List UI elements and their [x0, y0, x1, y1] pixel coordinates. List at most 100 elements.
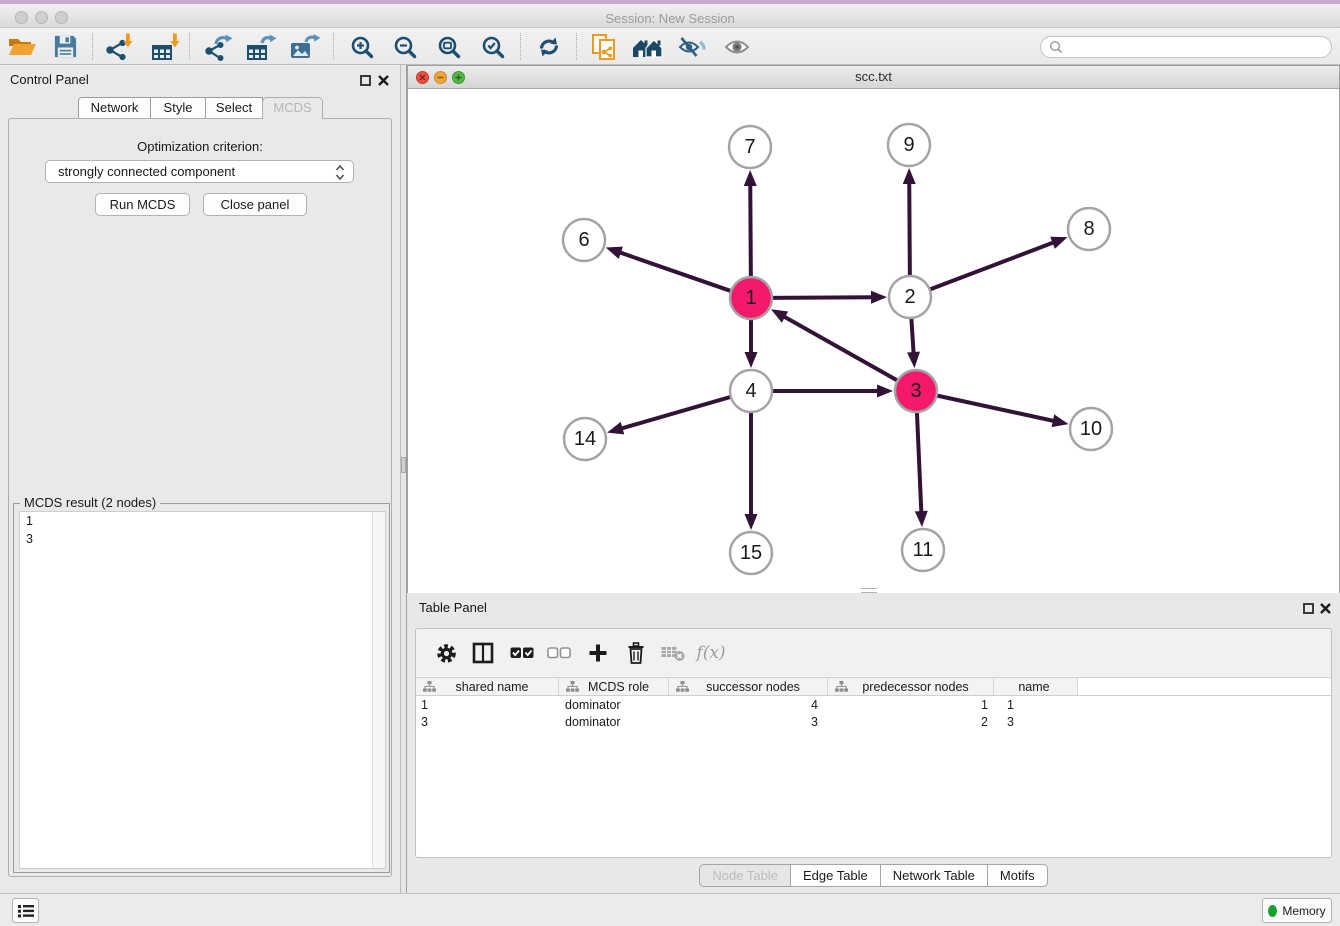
table-cell[interactable]: 2: [828, 714, 994, 731]
column-header-mcds-role[interactable]: MCDS role: [559, 678, 669, 695]
network-overview-button[interactable]: [630, 31, 666, 62]
toolbar-separator: [92, 33, 93, 60]
graph-edge-4-14[interactable]: [620, 397, 732, 429]
table-cell[interactable]: dominator: [559, 714, 669, 731]
show-panels-button[interactable]: [12, 898, 39, 923]
graph-edge-3-11[interactable]: [917, 411, 922, 514]
export-image-button[interactable]: [287, 31, 323, 62]
graph-node-label: 9: [903, 134, 914, 156]
tab-network[interactable]: Network: [78, 97, 151, 119]
open-file-button[interactable]: [4, 31, 40, 62]
tab-select[interactable]: Select: [205, 97, 263, 119]
export-network-button[interactable]: [200, 31, 236, 62]
tab-style[interactable]: Style: [150, 97, 206, 119]
memory-button[interactable]: Memory: [1262, 898, 1332, 923]
unselect-all-columns-button[interactable]: [544, 639, 574, 667]
graph-edge-2-3[interactable]: [911, 317, 913, 355]
delete-table-button[interactable]: [658, 639, 688, 667]
apply-layout-button[interactable]: [531, 31, 567, 62]
node-table-block: f(x) shared name MCDS role successor nod…: [415, 628, 1332, 858]
zoom-out-button[interactable]: [387, 31, 423, 62]
trash-icon: [626, 642, 646, 664]
table-body: 1dominator4113dominator323: [416, 697, 1331, 731]
table-panel: Table Panel: [407, 595, 1340, 890]
refresh-icon: [536, 35, 562, 59]
graph-edge-2-8[interactable]: [929, 242, 1056, 290]
zoom-in-button[interactable]: [344, 31, 380, 62]
table-cell[interactable]: 3: [669, 714, 828, 731]
graph-node-label: 15: [740, 542, 762, 564]
table-row[interactable]: 1dominator411: [416, 697, 1331, 714]
graph-node-label: 3: [910, 380, 921, 402]
tab-network-table[interactable]: Network Table: [881, 864, 988, 887]
graph-edge-3-10[interactable]: [936, 395, 1056, 421]
graph-edge-2-9[interactable]: [909, 181, 910, 277]
mcds-result-groupbox: MCDS result (2 nodes) 13: [13, 503, 390, 873]
table-close-icon[interactable]: [1319, 602, 1332, 615]
table-cell[interactable]: 4: [669, 697, 828, 714]
splitter-grip[interactable]: [401, 457, 406, 473]
show-graphics-button[interactable]: [719, 31, 755, 62]
column-header-name[interactable]: name: [994, 678, 1078, 695]
save-session-button[interactable]: [47, 31, 83, 62]
mcds-result-textarea[interactable]: 13: [19, 511, 386, 869]
delete-table-icon: [661, 644, 685, 662]
table-cell[interactable]: 1: [416, 697, 559, 714]
graph-edge-1-2[interactable]: [771, 297, 874, 298]
table-cell[interactable]: 3: [416, 714, 559, 731]
tab-edge-table[interactable]: Edge Table: [791, 864, 881, 887]
delete-columns-button[interactable]: [621, 639, 651, 667]
function-builder-button[interactable]: f(x): [696, 639, 726, 667]
graph-node-label: 4: [745, 380, 756, 402]
graph-node-label: 10: [1080, 418, 1102, 440]
search-input[interactable]: [1063, 38, 1331, 56]
graph-node-label: 1: [745, 287, 756, 309]
graph-edge-1-7[interactable]: [750, 183, 751, 278]
tab-mcds[interactable]: MCDS: [262, 97, 323, 119]
vertical-splitter[interactable]: [400, 65, 407, 893]
zoom-selected-button[interactable]: [475, 31, 511, 62]
zoom-selected-icon: [481, 35, 505, 59]
graph-edge-3-1[interactable]: [782, 316, 898, 382]
import-network-button[interactable]: [100, 31, 136, 62]
criterion-select[interactable]: strongly connected component: [45, 160, 354, 183]
column-header-successor-nodes[interactable]: successor nodes: [669, 678, 828, 695]
table-cell[interactable]: 1: [994, 697, 1078, 714]
column-layout-button[interactable]: [468, 639, 498, 667]
create-column-button[interactable]: [583, 639, 613, 667]
tab-node-table[interactable]: Node Table: [699, 864, 791, 887]
result-scrollbar[interactable]: [372, 512, 385, 868]
graph-node-label: 11: [913, 539, 934, 561]
export-table-button[interactable]: [243, 31, 279, 62]
network-canvas[interactable]: 7968124314101511: [408, 89, 1339, 593]
table-cell[interactable]: dominator: [559, 697, 669, 714]
hide-graphics-button[interactable]: [674, 31, 710, 62]
close-panel-button[interactable]: Close panel: [203, 193, 307, 216]
table-cell[interactable]: 3: [994, 714, 1078, 731]
column-header-shared-name[interactable]: shared name: [416, 678, 559, 695]
float-panel-icon[interactable]: [360, 75, 371, 86]
export-table-icon: [245, 33, 277, 61]
table-settings-button[interactable]: [431, 639, 461, 667]
horizontal-splitter-grip[interactable]: [861, 588, 877, 593]
search-field[interactable]: [1040, 36, 1332, 58]
close-panel-icon[interactable]: [377, 74, 390, 87]
select-all-columns-button[interactable]: [507, 639, 537, 667]
tab-motifs[interactable]: Motifs: [988, 864, 1048, 887]
toolbar-separator: [520, 33, 521, 60]
table-cell[interactable]: 1: [828, 697, 994, 714]
graph-edge-arrowhead: [606, 247, 623, 259]
run-mcds-button[interactable]: Run MCDS: [95, 193, 190, 216]
column-header-predecessor-nodes[interactable]: predecessor nodes: [828, 678, 994, 695]
table-row[interactable]: 3dominator323: [416, 714, 1331, 731]
zoom-fit-button[interactable]: [431, 31, 467, 62]
import-table-button[interactable]: [147, 31, 183, 62]
graph-edge-1-6[interactable]: [618, 252, 732, 292]
export-network-icon: [202, 33, 234, 61]
houses-icon: [631, 35, 665, 59]
eye-slash-icon: [678, 35, 706, 59]
select-chevrons-icon: [333, 164, 347, 181]
table-float-icon[interactable]: [1303, 603, 1314, 614]
clone-network-button[interactable]: [586, 31, 622, 62]
graph-node-label: 6: [578, 229, 589, 251]
